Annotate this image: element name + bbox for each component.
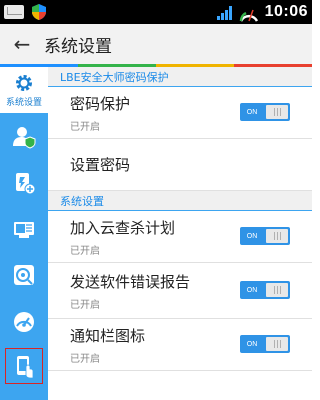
toggle-switch[interactable]: ON	[240, 335, 290, 353]
user-shield-icon	[13, 127, 36, 149]
back-arrow-icon: ←	[13, 32, 31, 56]
toggle-label: ON	[246, 232, 258, 240]
settings-content: LBE安全大师密码保护 密码保护 已开启 ON 设置密码 系统设置 加入云查杀计…	[48, 67, 312, 400]
setting-row-password-protection[interactable]: 密码保护 已开启 ON	[48, 87, 312, 139]
app-add-icon	[16, 173, 36, 195]
toggle-knob	[266, 229, 288, 243]
toggle-knob	[266, 337, 288, 351]
sidebar-item-notifications[interactable]	[0, 343, 48, 389]
setting-row-notification-icon[interactable]: 通知栏图标 已开启 ON	[48, 319, 312, 371]
sidebar-item-app-install[interactable]	[0, 161, 48, 205]
sidebar-item-label: 系统设置	[5, 97, 42, 108]
toggle-switch[interactable]: ON	[240, 103, 290, 121]
speedometer-icon	[14, 312, 34, 332]
mail-notification-icon	[4, 5, 24, 19]
section-header-system: 系统设置	[48, 191, 312, 211]
setting-row-error-report[interactable]: 发送软件错误报告 已开启 ON	[48, 263, 312, 319]
sidebar: 系统设置	[0, 67, 48, 400]
device-manager-icon	[14, 222, 34, 238]
signal-icon	[216, 4, 233, 20]
page-title: 系统设置	[44, 36, 112, 57]
setting-row-set-password[interactable]: 设置密码	[48, 139, 312, 191]
toggle-knob	[266, 283, 288, 297]
back-button[interactable]: ←	[0, 24, 44, 64]
toggle-knob	[266, 105, 288, 119]
sidebar-item-cleaner[interactable]	[0, 253, 48, 297]
toggle-label: ON	[246, 286, 258, 294]
toggle-label: ON	[246, 108, 258, 116]
sidebar-item-system-settings[interactable]: 系统设置	[0, 67, 48, 113]
toggle-label: ON	[246, 340, 258, 348]
battery-gauge-icon	[239, 9, 258, 22]
shield-notification-icon	[32, 4, 46, 20]
title-bar: ← 系统设置	[0, 24, 312, 64]
sidebar-item-privacy[interactable]	[0, 115, 48, 159]
section-header-password: LBE安全大师密码保护	[48, 67, 312, 87]
setting-row-cloud-scan[interactable]: 加入云查杀计划 已开启 ON	[48, 211, 312, 263]
disk-cleaner-icon	[14, 265, 34, 285]
setting-title: 设置密码	[70, 156, 131, 174]
phone-touch-icon	[17, 356, 34, 379]
status-time: 10:06	[264, 3, 308, 20]
toggle-switch[interactable]: ON	[240, 281, 290, 299]
gear-icon	[16, 74, 32, 91]
status-bar: 10:06	[0, 0, 312, 24]
toggle-switch[interactable]: ON	[240, 227, 290, 245]
sidebar-item-device-manager[interactable]	[0, 207, 48, 251]
sidebar-item-speedup[interactable]	[0, 299, 48, 343]
